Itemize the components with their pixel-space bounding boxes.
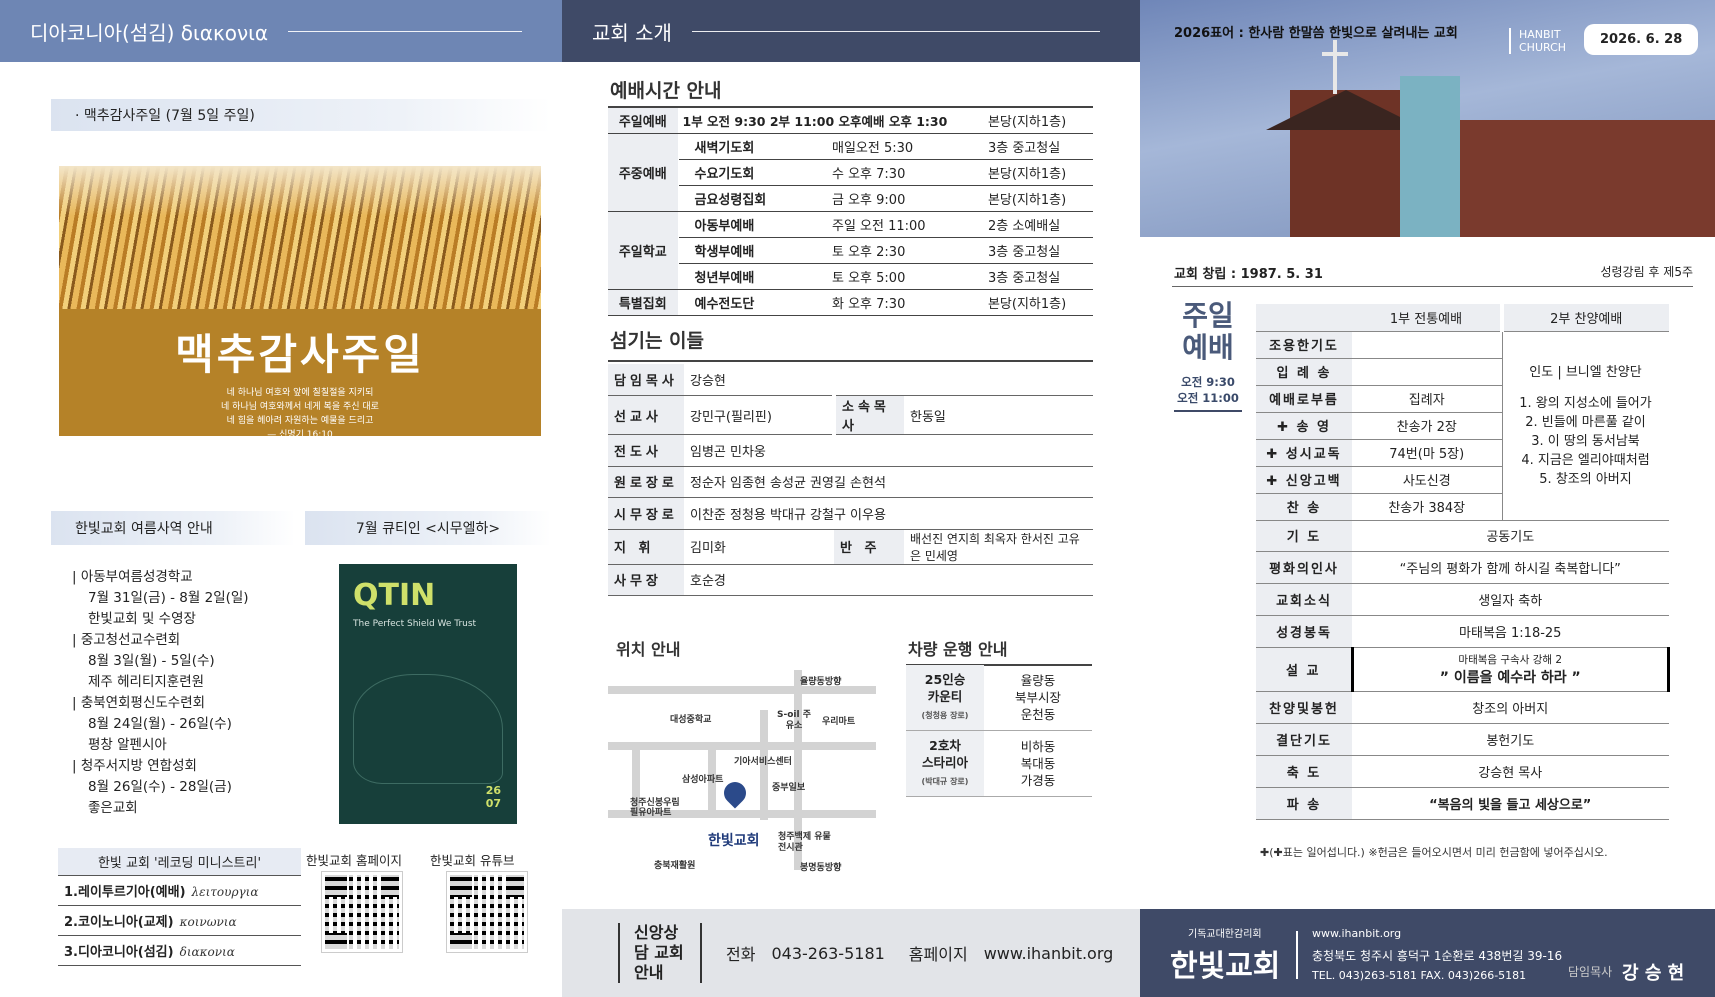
establishment-date: 교회 창립 : 1987. 5. 31 [1174,267,1323,282]
table-row: 결단기도 봉헌기도 [1256,723,1669,756]
table-row: 교회소식 생일자 축하 [1256,583,1669,616]
people-table: 담임목사 강승현 선교사 강민구(필리핀) 소속목사 한동일 전도사 임병곤 민차웅 원로… [608,364,1093,596]
table-row: 금요성령집회 금 오후 9:00 본당(지하1층) [608,185,1093,212]
order-of-service-table: 1부 전통예배 2부 찬양예배 조용한기도 인도 | 브니엘 찬양단 1. 왕의 … [1256,304,1670,820]
qt-title: 7월 큐티인 <시무엘하> [305,511,551,545]
worship-table: 주일예배 1부 오전 9:30 2부 11:00 오후예배 오후 1:30 본당(지… [608,108,1093,316]
list-item: 2.코이노니아(교제) κοινωνια [58,906,301,936]
diakonia-panel: 디아코니아(섬김) διακονια · 맥추감사주일 (7월 5일 주일) 맥… [0,0,562,997]
qr-home-label: 한빛교회 홈페이지 [306,853,402,868]
bulletin-date: 2026. 6. 28 [1584,24,1699,55]
list-item: 1.레이투르기아(예배) λειτουργια [58,876,301,906]
church-slogan: 2026표어 : 한사람 한말씀 한빛으로 살려내는 교회 [1174,26,1458,41]
liturgical-week: 성령강림 후 제5주 [1600,265,1693,279]
table-row: 수요기도회 수 오후 7:30 본당(지하1층) [608,159,1093,186]
table-row: 조용한기도 인도 | 브니엘 찬양단 1. 왕의 지성소에 들어가 2. 빈들에 … [1256,331,1669,521]
table-row: 설 교 마태복음 구속사 강해 2” 이름을 예수라 하라 ” [1256,647,1670,692]
summer-title: 한빛교회 여름사역 안내 [51,511,295,545]
church-marker-label: 한빛교회 [708,833,760,849]
table-row: 담임목사 강승현 [608,364,1093,396]
table-row: 파 송 “복음의 빛을 들고 세상으로” [1256,787,1669,820]
table-row: 선교사 강민구(필리핀) 소속목사 한동일 [608,395,1093,435]
church-pin-icon [719,777,751,809]
table-row: 평화의인사 “주님의 평화가 함께 하시길 축복합니다” [1256,551,1669,584]
table-row: 성경봉독 마태복음 1:18-25 [1256,615,1669,648]
order-of-service-panel: 2026표어 : 한사람 한말씀 한빛으로 살려내는 교회 HANBIT CHUR… [1140,0,1715,997]
table-row: 특별집회 예수전도단 화 오후 7:30 본당(지하1층) [608,289,1093,316]
intro-header: 교회 소개 [562,0,1140,62]
recording-ministry: 한빛 교회 '레코딩 미니스트리' 1.레이투르기아(예배) λειτουργια… [58,848,301,966]
banner-title: 맥추감사주일 [175,330,425,379]
praise-list: 인도 | 브니엘 찬양단 1. 왕의 지성소에 들어가 2. 빈들에 마른풀 같이… [1502,331,1669,521]
sermon-cell: 마태복음 구속사 강해 2” 이름을 예수라 하라 ” [1350,647,1670,692]
table-row: 기 도 공동기도 [1256,520,1669,552]
homepage-qr-code[interactable] [321,871,403,953]
church-footer: 기독교대한감리회 한빛교회 www.ihanbit.org 충청북도 청주시 흥… [1140,909,1715,997]
table-row: 학생부예배 토 오후 2:30 3층 중고청실 [608,237,1093,264]
standing-note: ✚(✚표는 일어섭니다.) ※헌금은 들어오시면서 미리 헌금함에 넣어주십시오… [1260,846,1608,859]
homepage-link[interactable]: www.ihanbit.org [984,944,1114,963]
church-intro-panel: 교회 소개 예배시간 안내 주일예배 1부 오전 9:30 2부 11:00 오후… [562,0,1140,997]
worship-title: 예배시간 안내 [610,80,722,102]
website-link[interactable]: www.ihanbit.org [1312,927,1401,940]
thanksgiving-banner: 맥추감사주일 네 하나님 여호와 앞에 칠칠절을 지키되 네 하나님 여호와께서… [59,166,541,436]
location-map[interactable]: 율량동방향 대성중학교 S-oil 주유소 우리마트 기아서비스센터 삼성아파트… [608,650,878,880]
wheat-image [59,166,541,309]
table-row: 주일학교 아동부예배 주일 오전 11:00 2층 소예배실 [608,211,1093,290]
people-title: 섬기는 이들 [610,330,705,352]
contact-footer: 신앙상담 교회안내 전화 043-263-5181 홈페이지 www.ihanb… [562,909,1140,997]
table-row: 시무장로 이찬준 정청용 박대규 강철구 이우용 [608,497,1093,530]
diakonia-header: 디아코니아(섬김) διακονια [0,0,562,62]
table-row: 찬양및봉헌 창조의 아버지 [1256,691,1669,724]
hanbit-church-logo-text: HANBIT CHURCH [1509,28,1566,54]
church-logo-name: 한빛교회 [1170,949,1281,984]
cover-art [353,674,503,784]
bus-title: 차량 운행 안내 [908,640,1008,659]
table-row: 전도사 임병곤 민차웅 [608,434,1093,467]
bus-table: 25인승 카운티 (청청용 장로) 율량동 북부시장 운천동 2호차 스타리아 (박대규 장로… [906,665,1092,797]
table-row: 주일예배 1부 오전 9:30 2부 11:00 오후예배 오후 1:30 본당(지… [608,108,1093,134]
table-row: 사무장 호순경 [608,564,1093,596]
notice-strip: · 맥추감사주일 (7월 5일 주일) [51,99,551,131]
table-row: 1부 전통예배 2부 찬양예배 [1256,304,1669,332]
list-item: 3.디아코니아(섬김) διακονια [58,936,301,966]
banner-verse: 네 하나님 여호와 앞에 칠칠절을 지키되 네 하나님 여호와께서 네게 복을 … [221,388,379,436]
table-row: 주중예배 새벽기도회 매일오전 5:30 3층 중고청실 [608,133,1093,212]
intro-title: 교회 소개 [592,20,672,45]
table-row: 지 휘 김미화 반 주 배선진 연지희 최옥자 한서진 고유은 민세영 [608,529,1093,565]
table-row: 2호차 스타리아 (박대규 장로) 비하동 복대동 가경동 [906,730,1092,797]
youtube-qr-code[interactable] [446,871,528,953]
diakonia-title: 디아코니아(섬김) διακονια [30,20,269,45]
qtin-book-cover: QTIN The Perfect Shield We Trust 26 07 [339,564,517,824]
qr-youtube-label: 한빛교회 유튜브 [430,853,515,868]
table-row: 청년부예배 토 오후 5:00 3층 중고청실 [608,263,1093,290]
summer-schedule: | 아동부여름성경학교 7월 31일(금) - 8월 2일(일) 한빛교회 및 수영… [72,569,249,816]
church-photo: 2026표어 : 한사람 한말씀 한빛으로 살려내는 교회 HANBIT CHUR… [1140,0,1715,237]
recording-title: 한빛 교회 '레코딩 미니스트리' [58,848,301,876]
table-row: 25인승 카운티 (청청용 장로) 율량동 북부시장 운천동 [906,665,1092,731]
table-row: 축 도 강승현 목사 [1256,755,1669,788]
table-row: 원로장로 정순자 임종현 송성균 권영길 손현석 [608,466,1093,498]
sunday-worship-label: 주일 예배 오전 9:30 오전 11:00 [1174,300,1242,412]
phone-number[interactable]: 043-263-5181 [771,944,884,963]
